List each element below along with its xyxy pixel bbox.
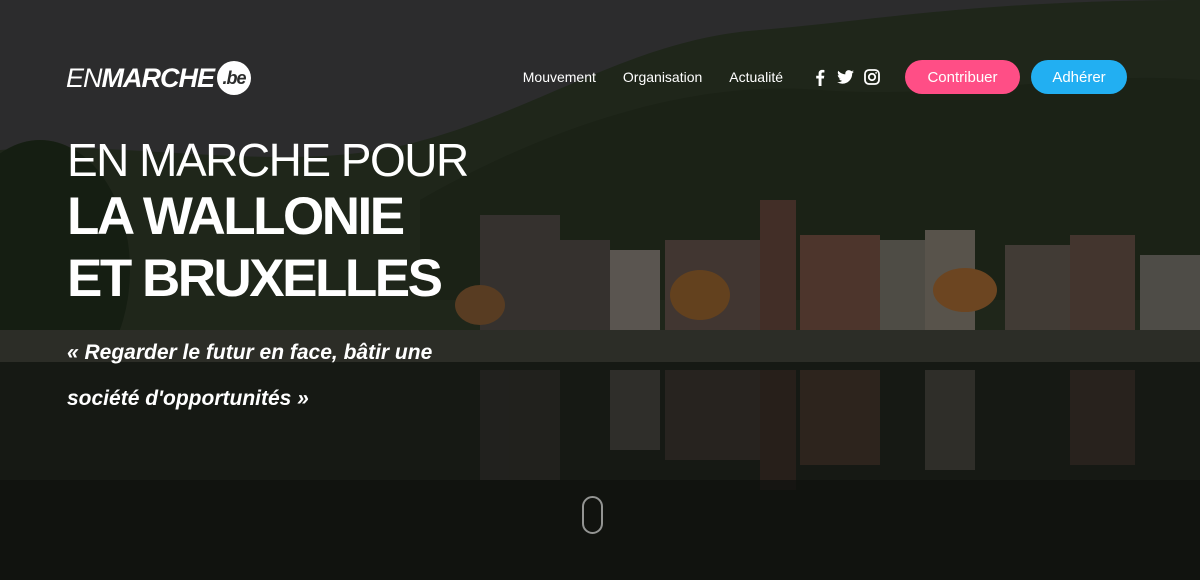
nav-link-actualite[interactable]: Actualité — [729, 69, 783, 85]
twitter-icon[interactable] — [836, 68, 855, 87]
social-links — [810, 68, 888, 87]
facebook-icon[interactable] — [810, 68, 829, 87]
join-button[interactable]: Adhérer — [1031, 60, 1127, 94]
headline-line-2: LA WALLONIE — [67, 187, 405, 246]
nav-link-mouvement[interactable]: Mouvement — [523, 69, 596, 85]
instagram-icon[interactable] — [862, 68, 881, 87]
main-nav: Mouvement Organisation Actualité Contrib… — [523, 59, 1127, 95]
hero-section: EN MARCHE .be Mouvement Organisation Act… — [0, 0, 1200, 580]
nav-link-organisation[interactable]: Organisation — [623, 69, 702, 85]
logo-en: EN — [66, 62, 103, 93]
logo[interactable]: EN MARCHE .be — [66, 60, 252, 96]
scroll-down-indicator[interactable] — [582, 496, 603, 534]
headline-line-1: EN MARCHE POUR — [67, 134, 469, 186]
logo-be-badge: .be — [217, 61, 252, 95]
hero-quote: « Regarder le futur en face, bâtir une s… — [67, 341, 433, 410]
hero-headline: EN MARCHE POUR LA WALLONIE ET BRUXELLES — [67, 134, 469, 310]
contribute-button[interactable]: Contribuer — [905, 60, 1020, 94]
headline-line-3: ET BRUXELLES — [67, 249, 443, 308]
logo-marche: MARCHE — [101, 62, 215, 93]
